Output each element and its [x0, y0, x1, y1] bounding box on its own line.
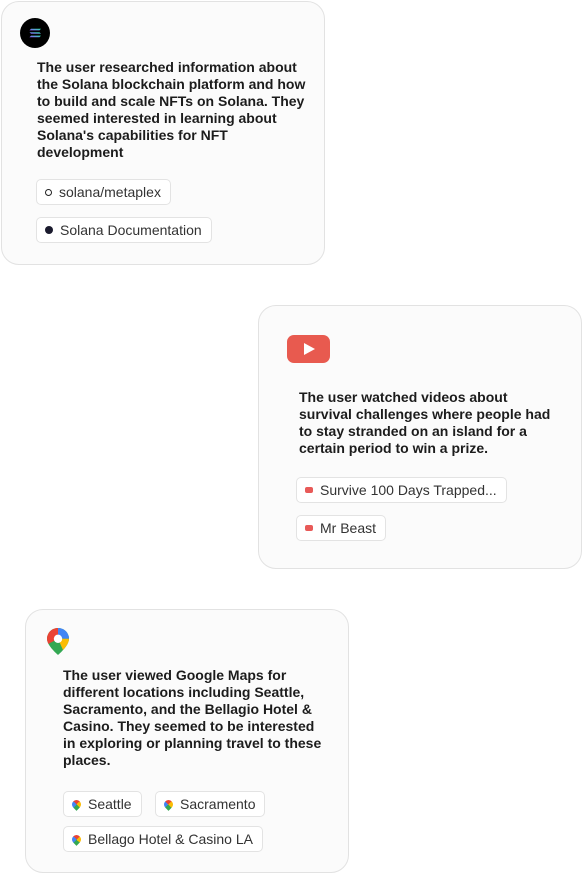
solana-icon — [45, 226, 53, 234]
source-chip-mr-beast[interactable]: Mr Beast — [296, 515, 387, 541]
chip-label: Solana Documentation — [60, 222, 202, 238]
chip-label: solana/metaplex — [59, 184, 161, 200]
google-maps-icon — [162, 797, 175, 811]
chip-label: Survive 100 Days Trapped... — [320, 482, 497, 498]
source-chip-solana-documentation[interactable]: Solana Documentation — [36, 217, 212, 243]
source-chip-seattle[interactable]: Seattle — [63, 791, 142, 817]
source-chip-survive-100-days[interactable]: Survive 100 Days Trapped... — [296, 477, 507, 503]
solana-logo-icon — [20, 18, 50, 48]
youtube-icon — [305, 487, 313, 493]
chip-label: Sacramento — [180, 796, 256, 812]
google-maps-logo-icon — [47, 628, 69, 655]
youtube-icon — [305, 525, 313, 531]
source-chip-solana-metaplex[interactable]: solana/metaplex — [36, 179, 171, 205]
activity-card-google-maps: The user viewed Google Maps for differen… — [25, 609, 349, 873]
google-maps-icon — [70, 832, 83, 846]
activity-summary: The user watched videos about survival c… — [299, 389, 551, 456]
source-chip-bellago-hotel[interactable]: Bellago Hotel & Casino LA — [63, 826, 263, 852]
chip-label: Mr Beast — [320, 520, 377, 536]
chip-label: Seattle — [88, 796, 132, 812]
youtube-logo-icon — [287, 335, 330, 363]
activity-summary: The user researched information about th… — [37, 59, 306, 160]
activity-card-youtube: The user watched videos about survival c… — [258, 305, 582, 569]
activity-card-solana: The user researched information about th… — [1, 1, 325, 265]
chip-label: Bellago Hotel & Casino LA — [88, 831, 253, 847]
source-chip-sacramento[interactable]: Sacramento — [155, 791, 266, 817]
activity-summary: The user viewed Google Maps for differen… — [63, 667, 322, 768]
google-maps-icon — [70, 797, 83, 811]
github-icon — [45, 188, 52, 196]
